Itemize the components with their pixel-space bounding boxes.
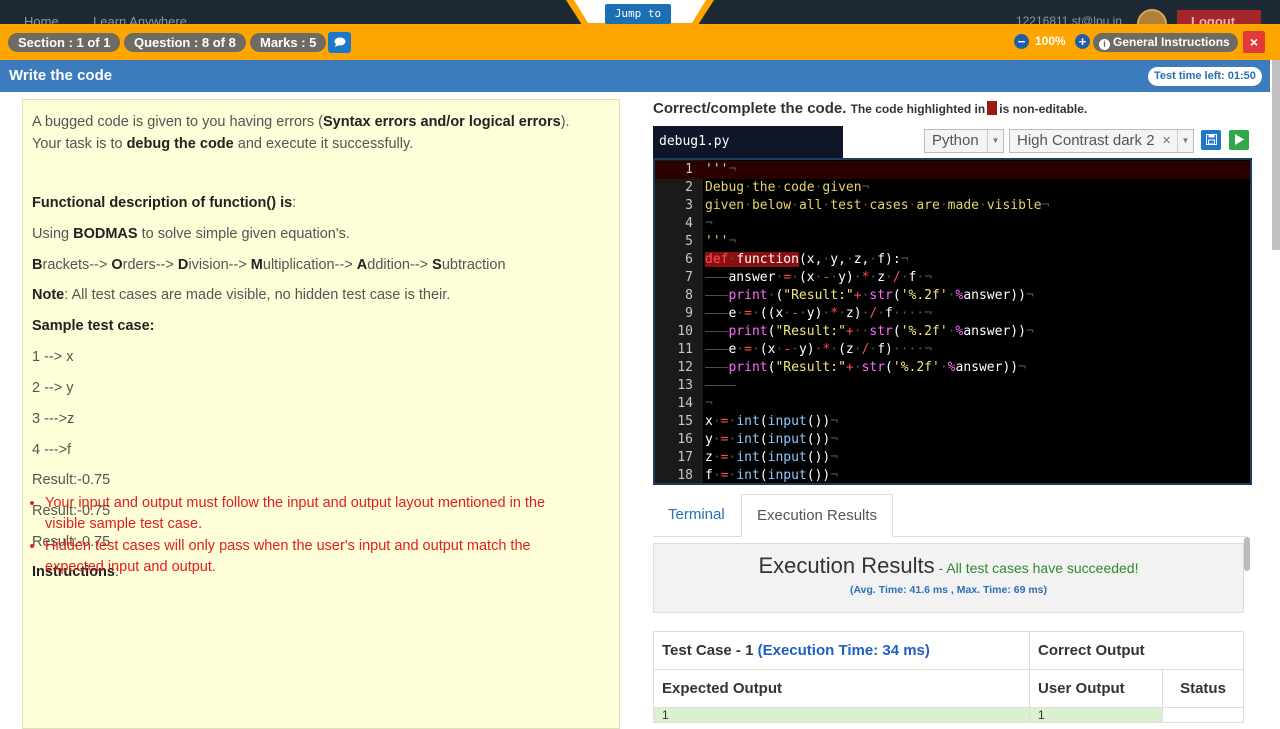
line-number: 4 bbox=[685, 216, 693, 231]
execution-status: - All test cases have succeeded! bbox=[934, 560, 1139, 576]
subheader-bar: Write the code Test time left: 01:50 bbox=[0, 60, 1270, 92]
zoom-level: 100% bbox=[1035, 34, 1066, 48]
nav-learn-link[interactable]: Learn Anywhere bbox=[93, 14, 187, 24]
editor-title: Correct/complete the code. The code high… bbox=[653, 100, 1088, 117]
instructions-list: Your input and output must follow the in… bbox=[45, 493, 585, 579]
nav-home-link[interactable]: Home bbox=[24, 14, 59, 24]
list-item: Your input and output must follow the in… bbox=[45, 493, 585, 535]
sample-line: 4 --->f bbox=[32, 442, 72, 458]
line-number: 7 bbox=[685, 270, 693, 285]
bodmas-text: Using BODMAS to solve simple given equat… bbox=[32, 226, 350, 242]
expected-output-header: Expected Output bbox=[653, 669, 1030, 708]
execution-title: Execution Results - All test cases have … bbox=[758, 553, 1139, 578]
save-icon[interactable] bbox=[1201, 130, 1221, 150]
question-badge[interactable]: Question : 8 of 8 bbox=[124, 33, 246, 52]
info-icon: i bbox=[1099, 39, 1110, 50]
line-number: 11 bbox=[677, 342, 693, 357]
jump-to-button[interactable]: Jump to bbox=[605, 4, 671, 24]
bodmas-order: Brackets--> Orders--> Division--> Multip… bbox=[32, 257, 506, 273]
code-editor[interactable]: 1 '''¬ 2 Debug·the·code·given¬ 3 given·belo… bbox=[653, 158, 1252, 485]
line-number: 6 bbox=[685, 252, 693, 267]
sample-line: 2 --> y bbox=[32, 380, 74, 396]
page-title: Write the code bbox=[9, 67, 113, 84]
line-number: 8 bbox=[685, 288, 693, 303]
close-button[interactable]: × bbox=[1243, 31, 1265, 53]
status-cell bbox=[1162, 707, 1244, 723]
user-output-cell: 1 bbox=[1029, 707, 1163, 723]
tab-terminal[interactable]: Terminal bbox=[653, 494, 740, 537]
line-number: 18 bbox=[677, 468, 693, 483]
table-row: Expected Output User Output Status bbox=[653, 669, 1244, 708]
non-editable-color-swatch bbox=[987, 101, 998, 115]
zoom-out-icon[interactable]: − bbox=[1014, 34, 1029, 49]
avatar[interactable] bbox=[1137, 9, 1167, 24]
output-tabs: Terminal Execution Results bbox=[653, 494, 1247, 537]
language-select[interactable]: Python ▼ bbox=[924, 129, 1004, 153]
sample-line: 1 --> x bbox=[32, 349, 74, 365]
file-tab[interactable]: debug1.py bbox=[653, 126, 843, 158]
line-number: 12 bbox=[677, 360, 693, 375]
execution-timing: (Avg. Time: 41.6 ms , Max. Time: 69 ms) bbox=[849, 584, 1048, 596]
user-email: 12216811.st@lpu.in bbox=[1015, 14, 1122, 24]
sample-line: 3 --->z bbox=[32, 411, 75, 427]
time-left-badge: Test time left: 01:50 bbox=[1148, 67, 1262, 86]
line-number: 16 bbox=[677, 432, 693, 447]
zoom-in-icon[interactable]: + bbox=[1075, 34, 1090, 49]
line-number: 3 bbox=[685, 198, 693, 213]
table-row: 1 1 bbox=[653, 707, 1244, 723]
user-output-header: User Output bbox=[1029, 669, 1163, 708]
status-header: Status bbox=[1162, 669, 1244, 708]
list-item: Hidden test cases will only pass when th… bbox=[45, 536, 585, 578]
testcase-header: Test Case - 1 (Execution Time: 34 ms) bbox=[653, 631, 1030, 670]
sample-heading: Sample test case: bbox=[32, 318, 155, 334]
line-number: 14 bbox=[677, 396, 693, 411]
expected-output-cell: 1 bbox=[653, 707, 1030, 723]
question-intro: A bugged code is given to you having err… bbox=[32, 114, 570, 152]
run-icon[interactable] bbox=[1229, 130, 1249, 150]
tab-execution-results[interactable]: Execution Results bbox=[741, 494, 894, 537]
sample-line: Result:-0.75 bbox=[32, 472, 111, 488]
line-number: 1 bbox=[685, 162, 693, 177]
results-scrollbar[interactable] bbox=[1244, 537, 1250, 571]
line-number: 5 bbox=[685, 234, 693, 249]
chat-icon[interactable] bbox=[328, 32, 351, 53]
theme-select[interactable]: High Contrast dark 2 × ▼ bbox=[1009, 129, 1194, 153]
line-number: 2 bbox=[685, 180, 693, 195]
line-number: 17 bbox=[677, 450, 693, 465]
logout-button[interactable]: Logout bbox=[1177, 10, 1261, 24]
correct-output-header: Correct Output bbox=[1029, 631, 1244, 670]
execution-summary: Execution Results - All test cases have … bbox=[653, 543, 1244, 613]
chevron-down-icon: ▼ bbox=[1177, 130, 1193, 152]
marks-badge: Marks : 5 bbox=[250, 33, 327, 52]
note-text: Note: All test cases are made visible, n… bbox=[32, 287, 451, 303]
question-panel: A bugged code is given to you having err… bbox=[22, 99, 620, 729]
line-number: 13 bbox=[677, 378, 693, 393]
general-instructions-label: General Instructions bbox=[1113, 35, 1230, 49]
page-scrollbar[interactable] bbox=[1272, 60, 1280, 250]
line-number: 9 bbox=[685, 306, 693, 321]
function-heading: Functional description of function() is: bbox=[32, 195, 297, 211]
section-badge: Section : 1 of 1 bbox=[8, 33, 121, 52]
general-instructions-button[interactable]: i General Instructions bbox=[1093, 33, 1238, 52]
line-number: 10 bbox=[677, 324, 693, 339]
line-number: 15 bbox=[677, 414, 693, 429]
chevron-down-icon: ▼ bbox=[987, 130, 1003, 152]
clear-icon: × bbox=[1162, 132, 1171, 149]
table-row: Test Case - 1 (Execution Time: 34 ms) Co… bbox=[653, 631, 1244, 670]
results-table: Test Case - 1 (Execution Time: 34 ms) Co… bbox=[653, 631, 1244, 723]
